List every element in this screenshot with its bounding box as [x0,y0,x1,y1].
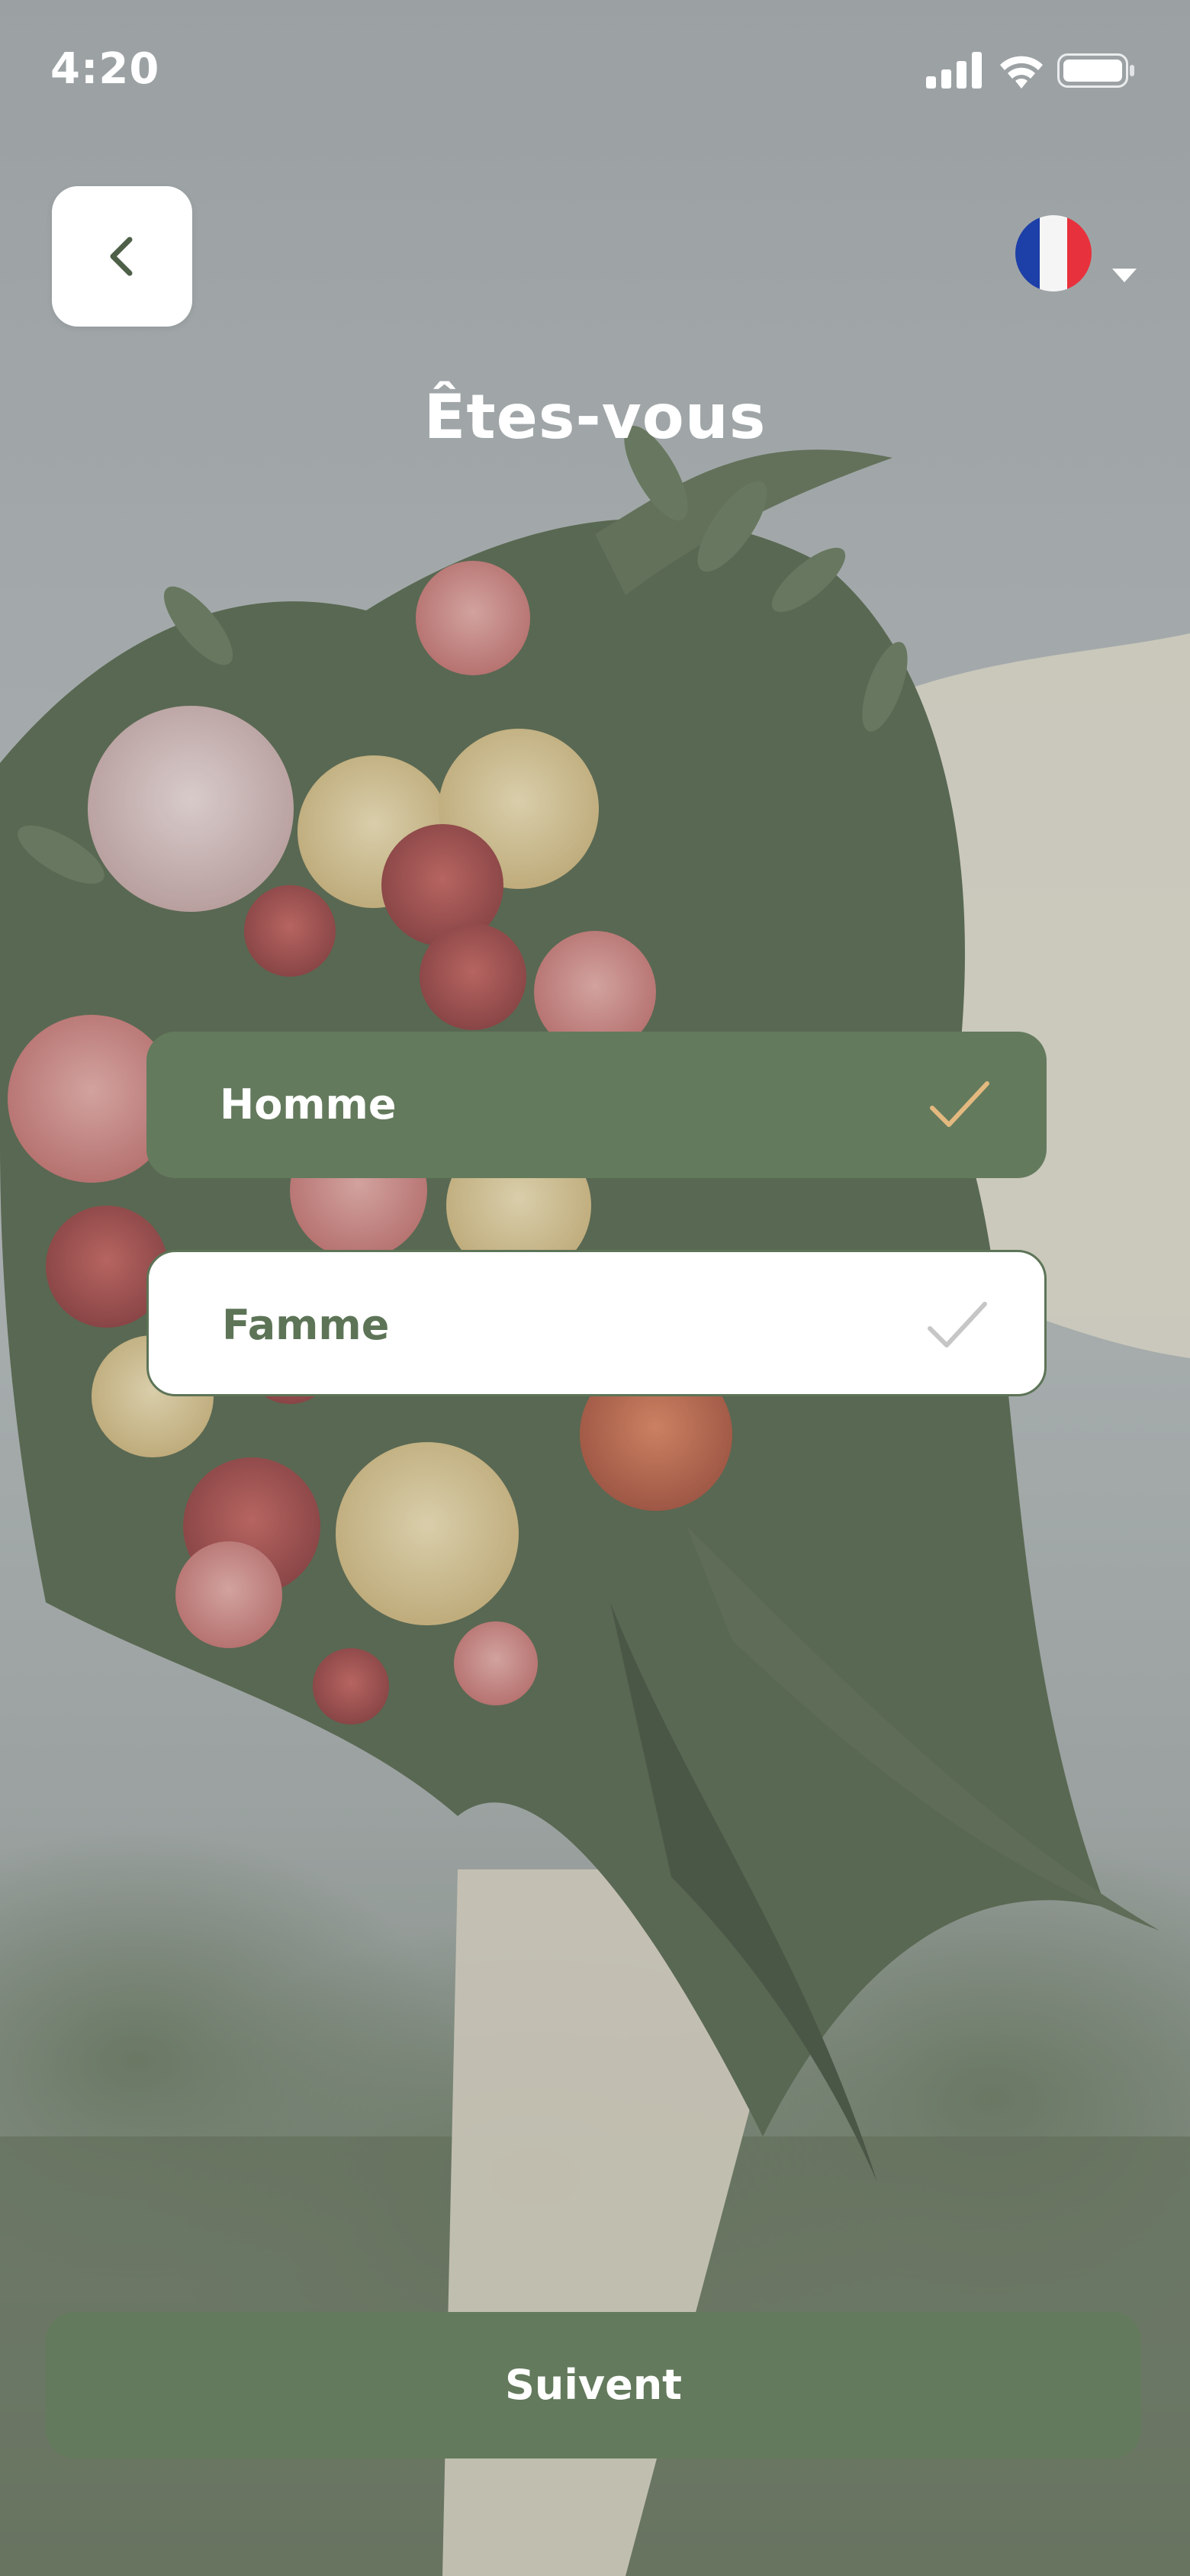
option-label: Homme [220,1080,397,1129]
language-selector[interactable] [1011,215,1141,299]
page-title: Êtes-vous [423,382,767,452]
checkmark-icon [928,1302,987,1348]
checkmark-icon [930,1081,989,1127]
next-button[interactable]: Suivent [46,2312,1141,2458]
back-button[interactable] [52,186,192,327]
status-time: 4:20 [50,44,160,94]
status-icons [926,47,1140,93]
battery-icon [1057,53,1134,88]
screen: 4:20 Êtes-vous Homme Famme Suivent [0,0,1190,2576]
signal-icon [926,52,982,89]
wifi-icon [1000,56,1043,89]
chevron-left-icon [110,237,133,276]
option-label: Famme [222,1301,390,1349]
chevron-down-icon [1112,269,1137,282]
option-homme[interactable]: Homme [146,1032,1047,1178]
french-flag-icon [1015,215,1092,291]
option-famme[interactable]: Famme [146,1250,1047,1396]
